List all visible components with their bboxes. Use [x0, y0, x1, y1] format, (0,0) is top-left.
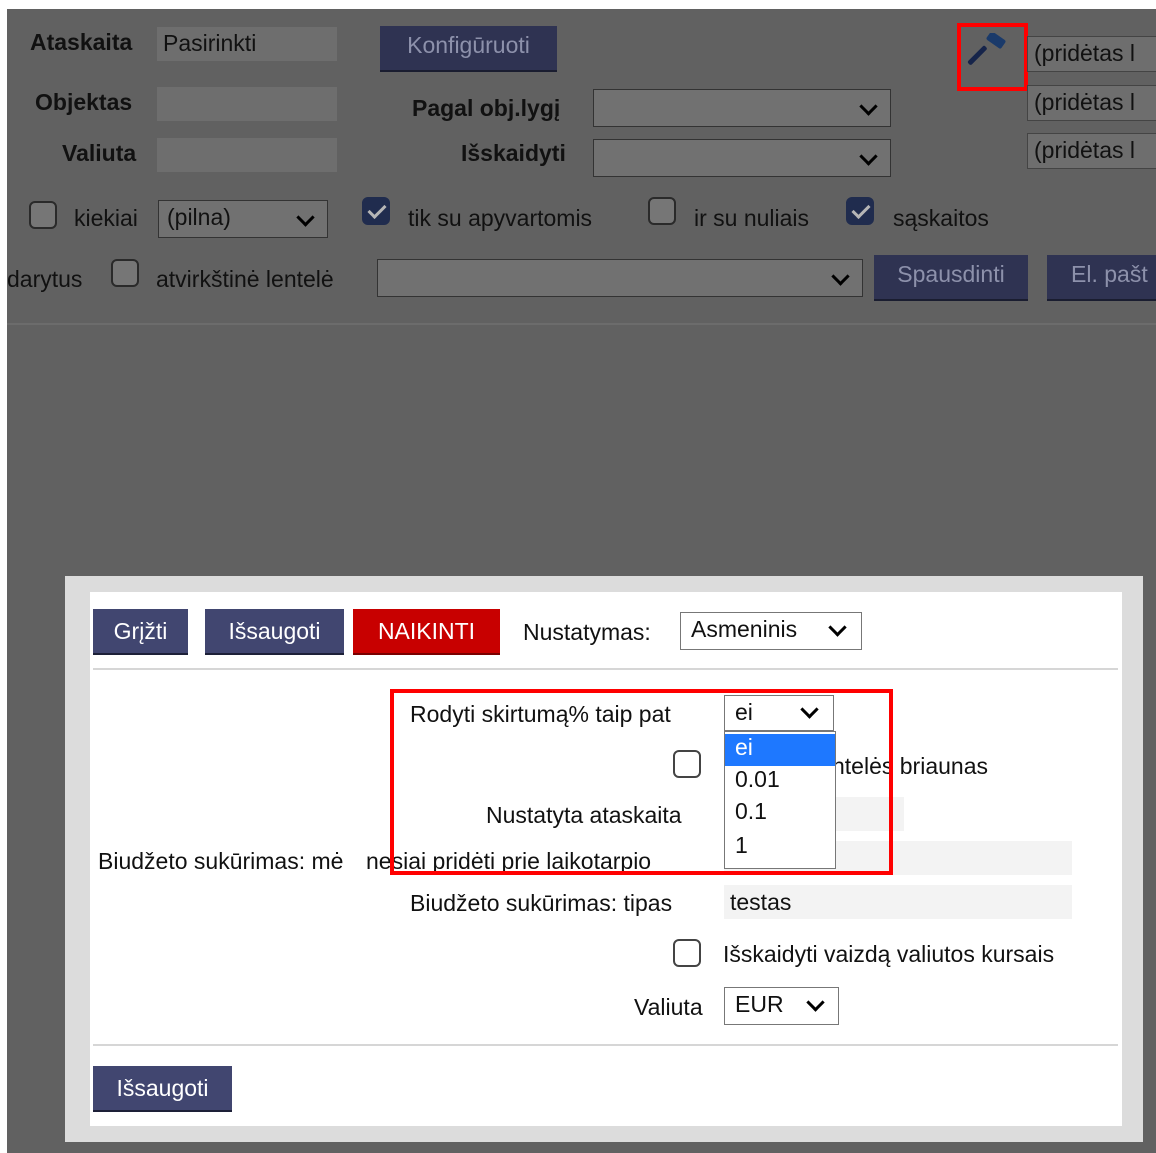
- ataskaita-label: Ataskaita: [30, 29, 133, 55]
- saskaitos-checkbox[interactable]: [846, 197, 874, 225]
- darytus-label: darytus: [7, 266, 83, 292]
- biudz-men-label-a: Biudžeto sukūrimas: mė: [98, 848, 344, 874]
- biudz-tipas-field[interactable]: testas: [724, 885, 1072, 919]
- isskaidyti-label: Išskaidyti: [461, 140, 566, 166]
- valiuta-modal-label: Valiuta: [634, 994, 703, 1020]
- nustatymas-select-value: Asmeninis: [691, 616, 798, 642]
- spausdinti-button[interactable]: Spausdinti: [874, 255, 1028, 301]
- chevron-down-icon: [859, 147, 878, 166]
- pridetas-field-1[interactable]: (pridėtas l: [1027, 36, 1156, 72]
- ir-su-nuliais-checkbox[interactable]: [648, 197, 676, 225]
- issaugoti-button-top[interactable]: Išsaugoti: [205, 609, 344, 655]
- naikinti-button[interactable]: NAIKINTI: [353, 609, 500, 655]
- chevron-down-icon: [828, 618, 847, 637]
- pridetas-field-3[interactable]: (pridėtas l: [1027, 133, 1156, 169]
- kiekiai-select-value: (pilna): [167, 204, 231, 230]
- chevron-down-icon: [296, 208, 315, 227]
- report-select[interactable]: [377, 259, 863, 297]
- kiekiai-checkbox[interactable]: [29, 201, 57, 229]
- nustatymas-label: Nustatymas:: [523, 619, 651, 645]
- valiuta-label: Valiuta: [62, 140, 137, 166]
- atvirkstine-label: atvirkštinė lentelė: [156, 266, 334, 292]
- objektas-label: Objektas: [35, 89, 133, 115]
- pagal-label: Pagal obj.lygį: [412, 95, 561, 121]
- valiuta-field[interactable]: [157, 138, 337, 172]
- chevron-down-icon: [859, 97, 878, 116]
- kiekiai-select[interactable]: (pilna): [158, 200, 328, 238]
- chevron-down-icon: [831, 267, 850, 286]
- tik-su-apyvartomis-label: tik su apyvartomis: [408, 205, 593, 231]
- saskaitos-label: sąskaitos: [893, 205, 989, 231]
- el-pastas-button[interactable]: El. pašt: [1047, 255, 1156, 301]
- isskaidyti-kursais-label: Išskaidyti vaizdą valiutos kursais: [723, 941, 1055, 967]
- atvirkstine-checkbox[interactable]: [111, 259, 139, 287]
- settings-modal: Grįžti Išsaugoti NAIKINTI Nustatymas: As…: [65, 576, 1143, 1142]
- highlight-dropdown: [390, 689, 893, 875]
- ataskaita-field[interactable]: Pasirinkti: [157, 27, 337, 61]
- nustatymas-select[interactable]: Asmeninis: [680, 612, 862, 650]
- divider-bottom: [93, 1044, 1118, 1046]
- pagal-select[interactable]: [593, 89, 891, 127]
- isskaidyti-select[interactable]: [593, 139, 891, 177]
- chevron-down-icon: [806, 993, 825, 1012]
- report-page: Ataskaita Pasirinkti Konfigūruoti (pridė…: [7, 9, 1156, 1153]
- biudz-tipas-label: Biudžeto sukūrimas: tipas: [410, 890, 673, 916]
- kiekiai-label: kiekiai: [74, 205, 138, 231]
- issaugoti-button-bottom[interactable]: Išsaugoti: [93, 1066, 232, 1112]
- valiuta-select-value: EUR: [735, 991, 784, 1017]
- divider: [7, 323, 1156, 325]
- objektas-field[interactable]: [157, 87, 337, 121]
- grizti-button[interactable]: Grįžti: [93, 609, 188, 655]
- ir-su-nuliais-label: ir su nuliais: [694, 205, 810, 231]
- highlight-tool: [957, 23, 1028, 91]
- tik-su-apyvartomis-checkbox[interactable]: [362, 197, 390, 225]
- divider-top: [93, 668, 1118, 670]
- valiuta-select[interactable]: EUR: [724, 987, 839, 1025]
- pridetas-field-2[interactable]: (pridėtas l: [1027, 85, 1156, 121]
- konfiguruoti-button[interactable]: Konfigūruoti: [380, 26, 557, 72]
- isskaidyti-kursais-checkbox[interactable]: [673, 939, 701, 967]
